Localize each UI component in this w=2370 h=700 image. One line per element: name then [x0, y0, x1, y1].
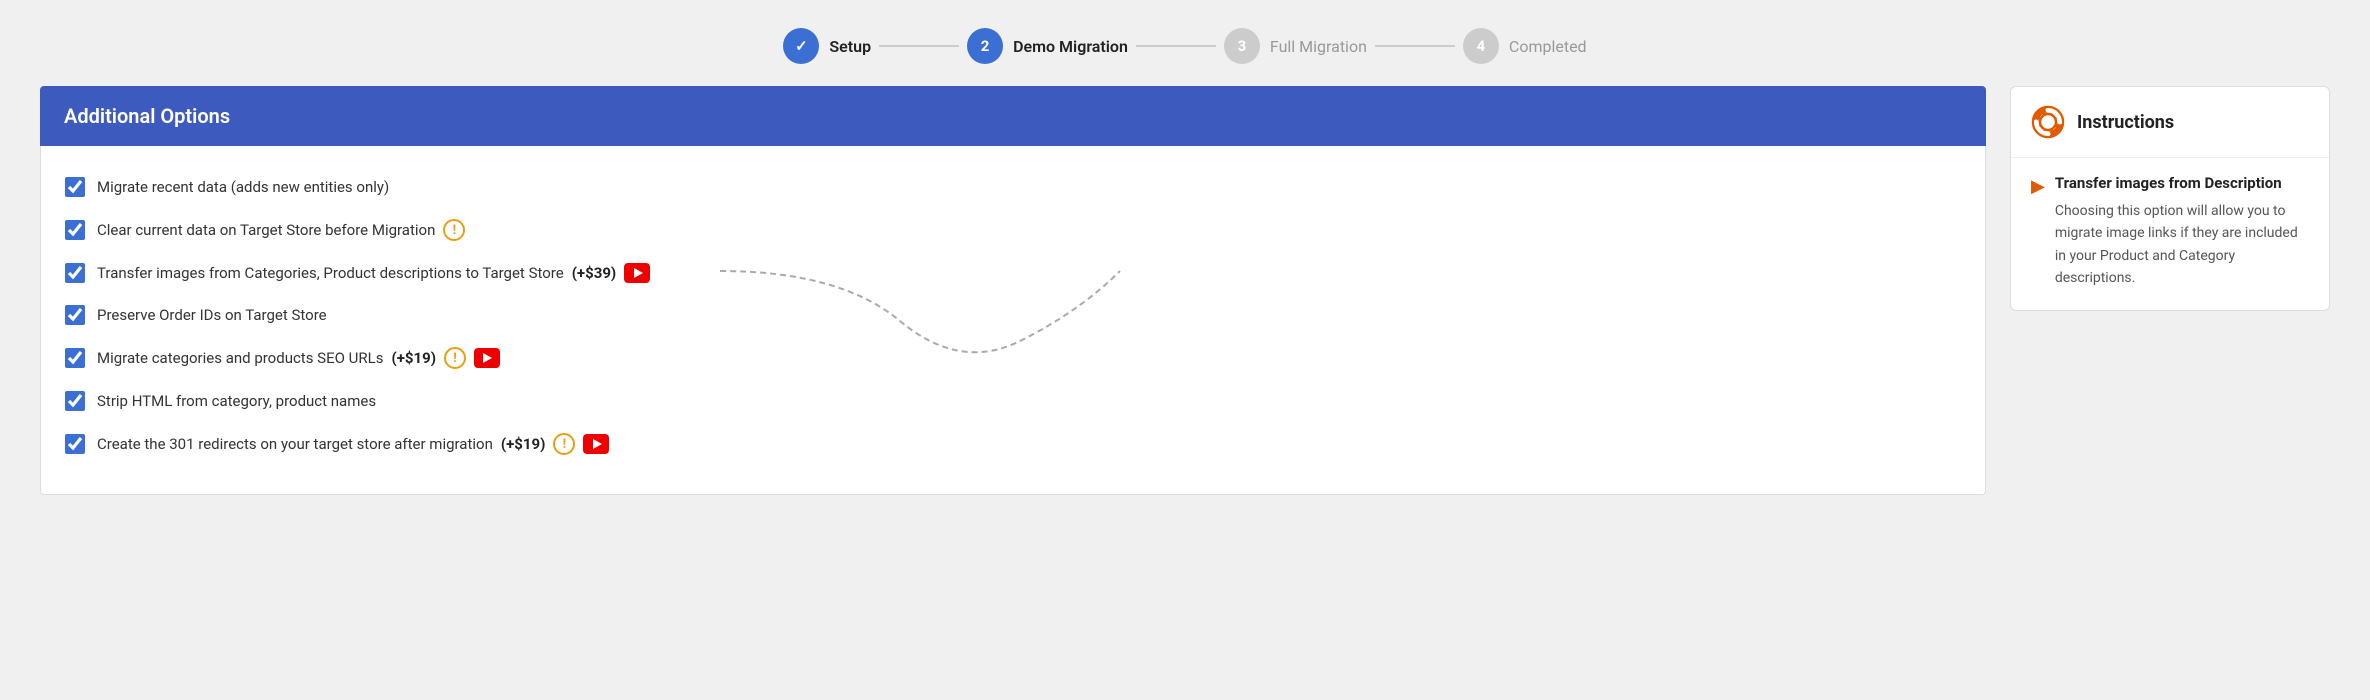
step-connector-2	[1136, 45, 1216, 47]
option-text-7: Create the 301 redirects on your target …	[97, 435, 493, 453]
option-checkbox-1[interactable]	[65, 177, 85, 197]
option-label-4: Preserve Order IDs on Target Store	[97, 306, 327, 324]
step-completed: 4 Completed	[1463, 28, 1587, 64]
step-completed-number: 4	[1477, 37, 1486, 55]
step-setup: ✓ Setup	[783, 28, 871, 64]
option-checkbox-7[interactable]	[65, 434, 85, 454]
option-row-6: Strip HTML from category, product names	[65, 380, 1961, 422]
warning-icon-7[interactable]: !	[553, 433, 575, 455]
option-label-1: Migrate recent data (adds new entities o…	[97, 178, 389, 196]
instructions-box: Instructions ▶ Transfer images from Desc…	[2010, 86, 2330, 311]
option-text-2: Clear current data on Target Store befor…	[97, 221, 435, 239]
youtube-icon-3[interactable]	[624, 263, 650, 283]
stepper: ✓ Setup 2 Demo Migration 3 Full Migratio…	[0, 0, 2370, 86]
instruction-item: ▶ Transfer images from Description Choos…	[2031, 174, 2309, 290]
options-header: Additional Options	[40, 86, 1986, 146]
option-label-2: Clear current data on Target Store befor…	[97, 219, 465, 241]
step-demo-label: Demo Migration	[1013, 37, 1128, 56]
instructions-body: ▶ Transfer images from Description Choos…	[2011, 158, 2329, 310]
option-label-5: Migrate categories and products SEO URLs…	[97, 347, 500, 369]
option-row-2: Clear current data on Target Store befor…	[65, 208, 1961, 252]
option-text-3: Transfer images from Categories, Product…	[97, 264, 564, 282]
option-price-5: (+$19)	[391, 349, 436, 367]
instruction-content: Transfer images from Description Choosin…	[2055, 174, 2309, 290]
option-checkbox-6[interactable]	[65, 391, 85, 411]
right-panel: Instructions ▶ Transfer images from Desc…	[2010, 86, 2330, 670]
step-full-number: 3	[1238, 37, 1247, 55]
warning-icon-2[interactable]: !	[443, 219, 465, 241]
step-completed-circle: 4	[1463, 28, 1499, 64]
option-text-4: Preserve Order IDs on Target Store	[97, 306, 327, 324]
step-demo: 2 Demo Migration	[967, 28, 1128, 64]
step-full: 3 Full Migration	[1224, 28, 1367, 64]
option-row-3: Transfer images from Categories, Product…	[65, 252, 1961, 294]
option-checkbox-3[interactable]	[65, 263, 85, 283]
left-panel: Additional Options Migrate recent data (…	[40, 86, 1986, 670]
instructions-title: Instructions	[2077, 112, 2174, 133]
option-label-6: Strip HTML from category, product names	[97, 392, 376, 410]
options-header-label: Additional Options	[64, 104, 230, 128]
option-text-1: Migrate recent data (adds new entities o…	[97, 178, 389, 196]
option-checkbox-2[interactable]	[65, 220, 85, 240]
step-completed-label: Completed	[1509, 37, 1587, 56]
instruction-item-title: Transfer images from Description	[2055, 174, 2309, 192]
option-text-6: Strip HTML from category, product names	[97, 392, 376, 410]
option-row-1: Migrate recent data (adds new entities o…	[65, 166, 1961, 208]
step-demo-circle: 2	[967, 28, 1003, 64]
option-price-7: (+$19)	[501, 435, 546, 453]
option-row-5: Migrate categories and products SEO URLs…	[65, 336, 1961, 380]
step-full-label: Full Migration	[1270, 37, 1367, 56]
main-content: Additional Options Migrate recent data (…	[0, 86, 2370, 700]
youtube-icon-7[interactable]	[583, 434, 609, 454]
option-label-7: Create the 301 redirects on your target …	[97, 433, 609, 455]
option-label-3: Transfer images from Categories, Product…	[97, 263, 650, 283]
step-connector-1	[879, 45, 959, 47]
option-row-7: Create the 301 redirects on your target …	[65, 422, 1961, 466]
step-demo-number: 2	[981, 37, 990, 55]
options-body: Migrate recent data (adds new entities o…	[40, 146, 1986, 495]
warning-icon-5[interactable]: !	[444, 347, 466, 369]
arrow-indicator-icon: ▶	[2031, 176, 2045, 197]
option-checkbox-5[interactable]	[65, 348, 85, 368]
step-setup-label: Setup	[829, 37, 871, 56]
instruction-item-desc: Choosing this option will allow you to m…	[2055, 200, 2309, 290]
checkmark-icon: ✓	[795, 37, 808, 55]
option-text-5: Migrate categories and products SEO URLs	[97, 349, 383, 367]
options-wrapper: Additional Options Migrate recent data (…	[40, 86, 1986, 495]
step-full-circle: 3	[1224, 28, 1260, 64]
option-price-3: (+$39)	[572, 264, 617, 282]
lifebuoy-icon	[2031, 105, 2065, 139]
youtube-icon-5[interactable]	[474, 348, 500, 368]
instructions-header: Instructions	[2011, 87, 2329, 158]
option-row-4: Preserve Order IDs on Target Store	[65, 294, 1961, 336]
step-setup-circle: ✓	[783, 28, 819, 64]
step-connector-3	[1375, 45, 1455, 47]
option-checkbox-4[interactable]	[65, 305, 85, 325]
